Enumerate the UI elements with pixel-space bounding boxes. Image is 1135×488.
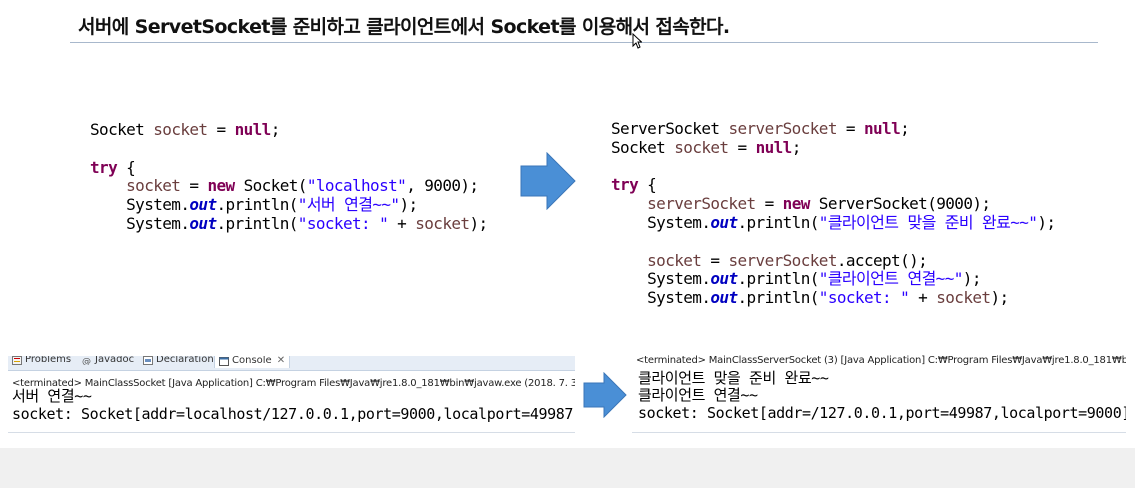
- code-field: out: [710, 212, 738, 232]
- code-string: "클라이언트 연결~~": [818, 269, 964, 289]
- code-punct: {: [638, 175, 657, 195]
- footer-band: [0, 448, 1135, 488]
- code-keyword-try: try: [611, 175, 639, 195]
- code-string: "서버 연결~~": [297, 195, 400, 215]
- tab-label: Console: [232, 356, 272, 366]
- code-op: =: [755, 194, 783, 214]
- code-punct: ;: [791, 137, 802, 157]
- code-var: socket: [126, 176, 181, 196]
- code-text: .println(: [737, 212, 819, 232]
- code-op: =: [701, 250, 729, 270]
- code-op: =: [728, 137, 756, 157]
- console-output-line: socket: Socket[addr=/127.0.0.1,port=4998…: [638, 404, 1126, 422]
- server-console-panel: <terminated> MainClassServerSocket (3) […: [632, 352, 1126, 432]
- code-punct: );: [1037, 212, 1056, 232]
- tab-declaration[interactable]: Declaration: [143, 356, 214, 366]
- code-type: Socket: [611, 137, 666, 157]
- code-ctor: Socket(: [234, 176, 308, 196]
- code-var: socket: [647, 250, 702, 270]
- code-var: socket: [936, 288, 991, 308]
- code-text: System.: [647, 269, 711, 289]
- code-text: System.: [126, 195, 190, 215]
- tab-problems[interactable]: Problems: [12, 356, 71, 366]
- code-punct: , 9000);: [406, 176, 479, 196]
- code-var: socket: [415, 213, 470, 233]
- code-punct: {: [117, 157, 136, 177]
- client-code-block: Socket socket = null; try { socket = new…: [90, 120, 488, 234]
- code-text: .println(: [737, 269, 819, 289]
- divider: [632, 432, 1126, 433]
- console-output-line: 서버 연결~~: [12, 387, 92, 405]
- code-type: ServerSocket: [611, 119, 720, 138]
- code-op: =: [180, 176, 208, 196]
- code-string: "socket: ": [297, 213, 389, 233]
- code-var: serverSocket: [728, 119, 837, 138]
- code-op: +: [909, 288, 937, 308]
- tab-console[interactable]: Console ✕: [214, 356, 291, 368]
- terminated-status: <terminated> MainClassSocket [Java Appli…: [12, 378, 575, 389]
- javadoc-icon: @: [82, 357, 91, 365]
- code-punct: );: [962, 269, 982, 289]
- code-op: =: [836, 119, 864, 138]
- tab-label: Declaration: [156, 356, 214, 365]
- right-arrow-icon: [583, 372, 627, 418]
- code-keyword-try: try: [90, 157, 118, 177]
- code-punct: );: [399, 195, 418, 215]
- code-op: =: [207, 120, 235, 139]
- server-code-block: ServerSocket serverSocket = null; Socket…: [611, 119, 1056, 308]
- console-tab-bar: Problems @ Javadoc Declaration Console ✕: [8, 356, 575, 371]
- code-op: +: [388, 213, 416, 233]
- declaration-icon: [143, 356, 153, 365]
- console-output-line: socket: Socket[addr=localhost/127.0.0.1,…: [12, 405, 575, 423]
- code-var: socket: [153, 120, 208, 139]
- code-string: "socket: ": [818, 288, 910, 308]
- terminated-status: <terminated> MainClassServerSocket (3) […: [636, 355, 1126, 366]
- code-field: out: [189, 213, 217, 233]
- code-var: socket: [674, 137, 729, 157]
- code-text: .accept();: [836, 250, 928, 270]
- client-console-panel: Problems @ Javadoc Declaration Console ✕…: [8, 356, 575, 432]
- code-text: System.: [647, 288, 711, 308]
- tab-label: Javadoc: [95, 356, 135, 365]
- code-string: "클라이언트 맞을 준비 완료~~": [818, 212, 1038, 232]
- right-arrow-icon: [520, 152, 576, 210]
- code-keyword: null: [863, 119, 901, 138]
- code-punct: ;: [900, 119, 910, 138]
- problems-icon: [12, 356, 22, 365]
- code-var: serverSocket: [647, 194, 756, 214]
- code-text: .println(: [216, 213, 298, 233]
- code-text: .println(: [216, 195, 298, 215]
- code-keyword: null: [755, 137, 793, 157]
- code-keyword: new: [207, 176, 235, 196]
- svg-text:@: @: [82, 357, 91, 365]
- code-type: Socket: [90, 120, 145, 139]
- console-output-line: 클라이언트 맞을 준비 완료~~: [638, 369, 829, 387]
- code-punct: ;: [270, 120, 281, 139]
- console-output-line: 클라이언트 연결~~: [638, 386, 758, 404]
- tab-javadoc[interactable]: @ Javadoc: [82, 356, 134, 366]
- code-field: out: [710, 288, 738, 308]
- code-keyword: null: [234, 120, 272, 139]
- code-text: System.: [126, 213, 190, 233]
- code-line: Socket socket = null;: [90, 120, 280, 139]
- title-divider: [70, 42, 1098, 43]
- close-icon[interactable]: ✕: [277, 356, 285, 367]
- divider: [8, 432, 575, 433]
- code-field: out: [710, 269, 738, 289]
- code-text: System.: [647, 212, 711, 232]
- code-punct: );: [469, 213, 488, 233]
- code-var: serverSocket: [728, 250, 837, 270]
- code-keyword: new: [782, 194, 811, 214]
- console-icon: [219, 356, 229, 366]
- code-punct: );: [990, 288, 1009, 308]
- code-text: .println(: [737, 288, 819, 308]
- code-ctor: ServerSocket(9000);: [809, 194, 991, 214]
- mouse-cursor-icon: [632, 33, 642, 49]
- code-string: "localhost": [306, 176, 407, 196]
- tab-label: Problems: [25, 356, 72, 365]
- code-field: out: [189, 195, 217, 215]
